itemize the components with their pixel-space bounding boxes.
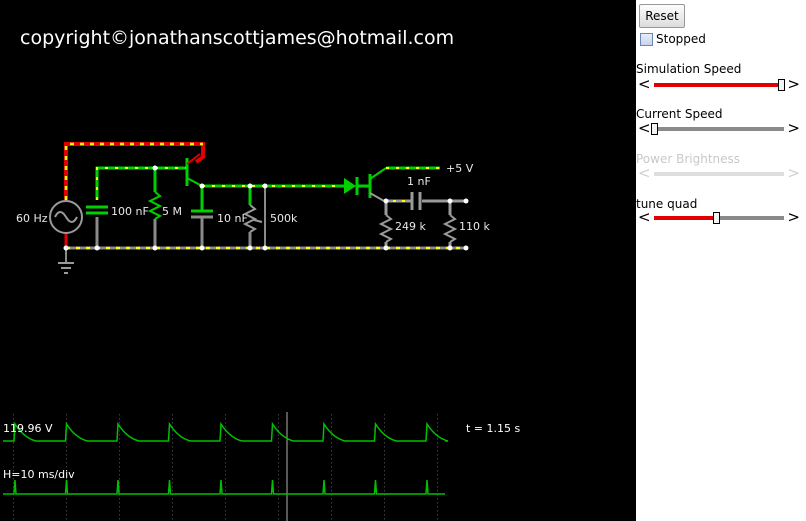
chevron-right-icon[interactable]: > <box>787 208 800 226</box>
resistor-110k[interactable] <box>442 214 458 248</box>
chevron-right-icon[interactable]: > <box>787 119 800 137</box>
output-network <box>384 199 466 215</box>
vcc-label: +5 V <box>446 162 474 175</box>
source-label: 60 Hz <box>16 212 48 225</box>
chevron-left-icon[interactable]: < <box>638 75 651 93</box>
res2-label: 249 k <box>395 220 426 233</box>
current-speed-slider[interactable]: < > <box>636 119 802 137</box>
scope-hdiv-label: H=10 ms/div <box>3 468 75 481</box>
pot-label: 500k <box>270 212 298 225</box>
res3-label: 110 k <box>459 220 490 233</box>
chevron-right-icon[interactable]: > <box>787 75 800 93</box>
ac-source[interactable] <box>49 200 83 274</box>
slider-thumb[interactable] <box>651 123 658 135</box>
resistor-249k[interactable] <box>378 214 394 248</box>
power-brightness-label: Power Brightness <box>636 152 741 166</box>
capacitor-100nf[interactable] <box>86 205 108 215</box>
stopped-checkbox-row[interactable]: Stopped <box>640 32 706 46</box>
potentiometer-500k[interactable] <box>242 186 266 248</box>
chevron-left-icon[interactable]: < <box>638 208 651 226</box>
slider-thumb[interactable] <box>778 79 786 91</box>
reset-button[interactable]: Reset <box>639 4 685 28</box>
diode[interactable] <box>338 177 370 195</box>
circuit-canvas[interactable]: copyright©jonathanscottjames@hotmail.com… <box>0 0 636 521</box>
tune-quad-slider[interactable]: < > <box>636 208 802 226</box>
cap1-label: 100 nF <box>111 205 149 218</box>
stopped-label: Stopped <box>656 32 706 46</box>
top-wire <box>64 142 205 200</box>
copyright-text: copyright©jonathanscottjames@hotmail.com <box>20 27 454 49</box>
res1-label: 5 M <box>162 205 182 218</box>
power-brightness-slider: < > <box>636 164 802 182</box>
oscilloscope[interactable]: 119.96 V H=10 ms/div t = 1.15 s <box>3 412 521 521</box>
capacitor-10nf[interactable] <box>191 186 213 248</box>
circuit-schematic[interactable]: copyright©jonathanscottjames@hotmail.com… <box>0 0 636 521</box>
stopped-checkbox[interactable] <box>640 32 653 46</box>
scope-time-label: t = 1.15 s <box>466 422 521 435</box>
simulation-speed-label: Simulation Speed <box>636 62 742 76</box>
resistor-5m[interactable] <box>147 168 163 248</box>
capacitor-1nf[interactable] <box>410 192 422 210</box>
scope-voltage-label: 119.96 V <box>3 422 53 435</box>
chevron-left-icon[interactable]: < <box>638 119 651 137</box>
slider-thumb[interactable] <box>713 212 721 224</box>
control-panel: Reset Stopped Simulation Speed < > Curre… <box>636 0 806 521</box>
chevron-left-icon: < <box>638 164 651 182</box>
simulation-speed-slider[interactable]: < > <box>636 75 802 93</box>
chevron-right-icon: > <box>787 164 800 182</box>
scope-trace-current <box>3 479 445 495</box>
cap3-label: 1 nF <box>407 175 431 188</box>
